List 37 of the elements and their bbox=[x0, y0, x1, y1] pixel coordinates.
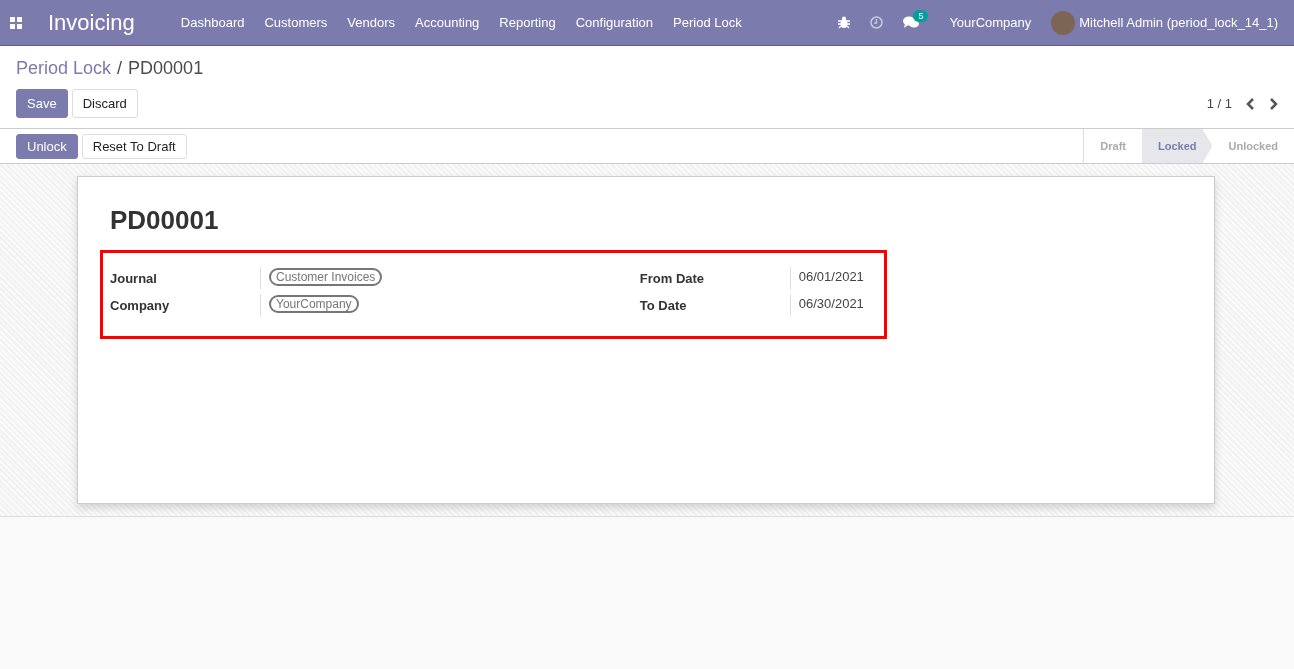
clock-icon[interactable] bbox=[870, 16, 884, 29]
menu-item[interactable]: Customers bbox=[264, 15, 328, 30]
message-count-badge: 5 bbox=[913, 10, 929, 22]
menu-item[interactable]: Period Lock bbox=[673, 15, 742, 30]
primary-button[interactable]: Save bbox=[16, 89, 68, 118]
primary-button[interactable]: Unlock bbox=[16, 133, 78, 159]
breadcrumb-separator: / bbox=[117, 58, 123, 79]
menu-item[interactable]: Vendors bbox=[347, 15, 395, 30]
menu-item[interactable]: Configuration bbox=[575, 15, 654, 30]
menu-item[interactable]: Accounting bbox=[415, 15, 480, 30]
pager-counter: 1 / 1 bbox=[1206, 96, 1232, 111]
menu-item[interactable]: Dashboard bbox=[180, 15, 245, 30]
field-label: To Date bbox=[639, 297, 688, 313]
record-title: PD00001 bbox=[110, 205, 220, 236]
avatar-icon bbox=[1051, 10, 1076, 35]
company-switcher[interactable]: YourCompany bbox=[949, 15, 1032, 30]
secondary-button[interactable]: Reset To Draft bbox=[81, 133, 187, 159]
status-stage[interactable]: Locked bbox=[1141, 129, 1213, 163]
field-value: 06/01/2021 bbox=[798, 269, 864, 284]
field-value: 06/30/2021 bbox=[798, 296, 864, 311]
next-icon[interactable] bbox=[1269, 97, 1278, 110]
bug-icon[interactable] bbox=[838, 16, 851, 29]
previous-icon[interactable] bbox=[1246, 97, 1255, 110]
field-label: Journal bbox=[110, 270, 158, 286]
breadcrumb-current: PD00001 bbox=[128, 58, 204, 79]
tag-chip[interactable]: YourCompany bbox=[269, 295, 359, 313]
field-label: From Date bbox=[639, 270, 706, 286]
apps-menu-icon[interactable] bbox=[10, 16, 22, 29]
tag-chip[interactable]: Customer Invoices bbox=[269, 268, 383, 286]
status-stage[interactable]: Unlocked bbox=[1212, 129, 1294, 163]
breadcrumb-link[interactable]: Period Lock bbox=[16, 58, 112, 79]
status-stage[interactable]: Draft bbox=[1084, 129, 1142, 163]
user-menu[interactable]: Mitchell Admin (period_lock_14_1) bbox=[1051, 10, 1278, 35]
app-name[interactable]: Invoicing bbox=[48, 9, 135, 36]
secondary-button[interactable]: Discard bbox=[71, 89, 138, 118]
field-label: Company bbox=[110, 297, 171, 313]
menu-item[interactable]: Reporting bbox=[499, 15, 556, 30]
